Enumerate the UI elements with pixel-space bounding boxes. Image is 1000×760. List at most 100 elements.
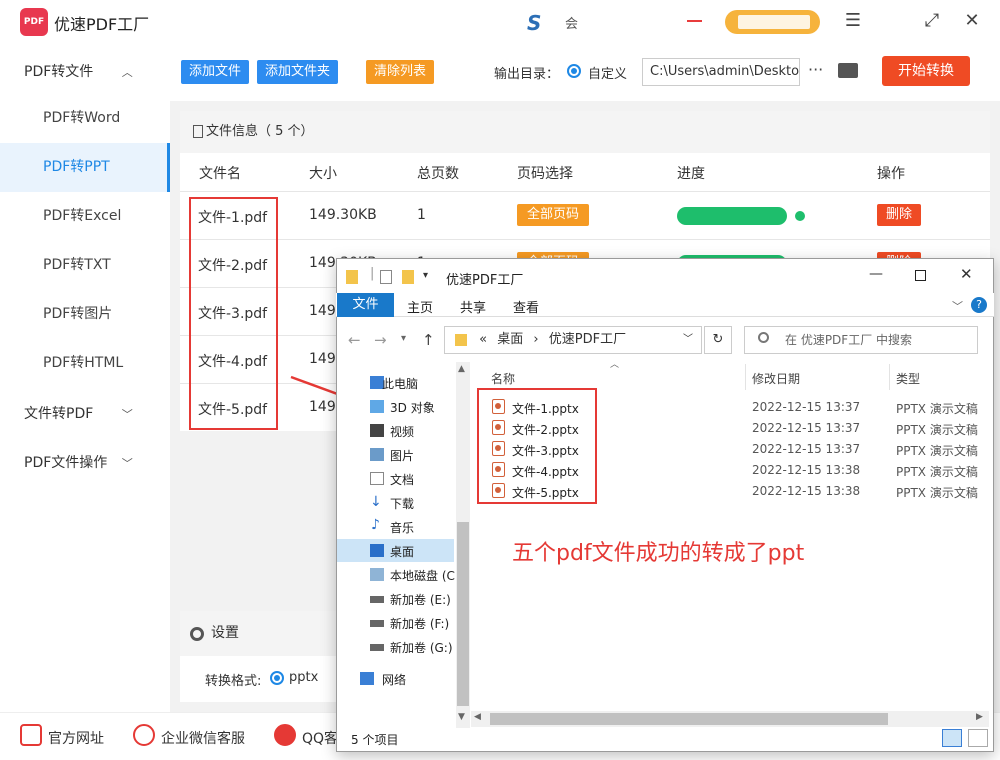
col-size: 大小	[309, 166, 337, 182]
ribbon-expand-icon[interactable]: ﹀	[952, 298, 963, 314]
maximize-icon[interactable]: ⤢	[920, 10, 944, 31]
refresh-icon[interactable]: ↻	[704, 326, 732, 354]
tab-file[interactable]: 文件	[337, 293, 394, 317]
col-pages: 总页数	[417, 166, 459, 182]
scroll-down-icon[interactable]: ▼	[458, 712, 465, 722]
custom-dir-label: 自定义	[588, 67, 628, 82]
sidebar-item-pdf-to-excel[interactable]: PDF转Excel	[0, 192, 170, 241]
page-select-button[interactable]: 全部页码	[517, 204, 589, 226]
sidebar-group-label: PDF文件操作	[24, 455, 108, 471]
col-type[interactable]: 类型	[896, 370, 920, 387]
music-icon: ♪	[371, 517, 380, 533]
properties-icon[interactable]	[380, 270, 392, 284]
file-type: PPTX 演示文稿	[896, 444, 978, 458]
sidebar-group-file-to-pdf[interactable]: 文件转PDF ﹀	[24, 403, 133, 423]
forward-icon[interactable]: →	[374, 331, 387, 349]
tab-view[interactable]: 查看	[513, 297, 539, 316]
nav-desktop[interactable]: 桌面	[390, 543, 414, 560]
nav-pictures[interactable]: 图片	[390, 447, 414, 464]
col-progress: 进度	[677, 166, 705, 182]
file-date: 2022-12-15 13:37	[752, 421, 861, 435]
sidebar-item-pdf-to-txt[interactable]: PDF转TXT	[0, 241, 170, 290]
output-dir-label: 输出目录：	[494, 67, 560, 82]
minimize-icon[interactable]	[687, 20, 702, 22]
delete-button[interactable]: 删除	[877, 204, 921, 226]
settings-header[interactable]: 设置	[180, 611, 340, 656]
col-date[interactable]: 修改日期	[752, 370, 800, 387]
nav-videos[interactable]: 视频	[390, 423, 414, 440]
scroll-right-icon[interactable]: ▶	[976, 712, 983, 722]
back-icon[interactable]: ←	[348, 331, 361, 349]
sidebar-item-pdf-to-ppt[interactable]: PDF转PPT	[0, 143, 170, 192]
nav-network[interactable]: 网络	[382, 671, 406, 688]
explorer-title: 优速PDF工厂	[446, 273, 524, 288]
nav-3d-objects[interactable]: 3D 对象	[390, 399, 435, 416]
search-input[interactable]: 在 优速PDF工厂 中搜索	[744, 326, 978, 354]
website-icon	[20, 724, 42, 746]
start-convert-button[interactable]: 开始转换	[882, 56, 970, 86]
gear-icon	[190, 627, 204, 641]
custom-dir-radio[interactable]	[567, 64, 581, 78]
new-folder-icon[interactable]	[402, 270, 414, 284]
qq-support-link[interactable]: QQ客	[302, 728, 338, 748]
tab-home[interactable]: 主页	[407, 297, 433, 316]
qq-icon	[274, 724, 296, 746]
folder-icon[interactable]	[838, 63, 858, 78]
horizontal-scrollbar-thumb[interactable]	[490, 713, 888, 725]
add-folder-button[interactable]: 添加文件夹	[257, 60, 339, 84]
sidebar-item-pdf-to-image[interactable]: PDF转图片	[0, 290, 170, 339]
website-link[interactable]: 官方网址	[48, 728, 104, 748]
output-path-field[interactable]: C:\Users\admin\Deskto	[642, 58, 800, 86]
address-dropdown-icon[interactable]: ﹀	[683, 327, 693, 353]
nav-documents[interactable]: 文档	[390, 471, 414, 488]
success-icon	[795, 211, 805, 221]
more-options-button[interactable]: ···	[808, 60, 823, 79]
scroll-up-icon[interactable]: ▲	[458, 364, 465, 374]
nav-downloads[interactable]: 下载	[390, 495, 414, 512]
sidebar-item-pdf-to-word[interactable]: PDF转Word	[0, 94, 170, 143]
nav-scrollbar-thumb[interactable]	[457, 522, 469, 706]
file-type: PPTX 演示文稿	[896, 486, 978, 500]
up-icon[interactable]: ↑	[422, 331, 435, 349]
address-desktop[interactable]: 桌面	[497, 332, 523, 347]
scroll-left-icon[interactable]: ◀	[474, 712, 481, 722]
help-icon[interactable]: ?	[971, 297, 987, 313]
chevron-up-icon: ︿	[121, 66, 133, 79]
folder-icon	[346, 270, 358, 284]
nav-drive-g[interactable]: 新加卷 (G:)	[390, 639, 453, 656]
address-prefix: «	[479, 332, 488, 347]
format-pptx-radio[interactable]	[270, 671, 284, 685]
nav-drive-e[interactable]: 新加卷 (E:)	[390, 591, 451, 608]
sidebar-item-pdf-to-html[interactable]: PDF转HTML	[0, 339, 170, 388]
recent-dropdown-icon[interactable]: ▾	[401, 333, 406, 344]
sidebar-group-pdf-to-file[interactable]: PDF转文件 ︿	[24, 61, 133, 81]
clear-list-button[interactable]: 清除列表	[366, 60, 435, 84]
close-icon[interactable]: ✕	[960, 10, 984, 31]
nav-music[interactable]: 音乐	[390, 519, 414, 536]
nav-drive-f[interactable]: 新加卷 (F:)	[390, 615, 449, 632]
sidebar-group-pdf-ops[interactable]: PDF文件操作 ﹀	[24, 452, 133, 472]
quick-access-dropdown-icon[interactable]: ▾	[423, 270, 428, 281]
vip-text[interactable]: 会	[565, 13, 578, 32]
address-folder[interactable]: 优速PDF工厂	[549, 332, 626, 347]
add-file-button[interactable]: 添加文件	[181, 60, 250, 84]
file-type: PPTX 演示文稿	[896, 402, 978, 416]
desktop-icon	[370, 544, 384, 557]
explorer-close-icon[interactable]: ✕	[960, 265, 973, 283]
nav-this-pc[interactable]: 此电脑	[382, 375, 418, 392]
large-icons-view-icon[interactable]	[968, 729, 988, 747]
file-pages: 1	[417, 207, 426, 223]
explorer-maximize-icon[interactable]	[915, 270, 926, 281]
details-view-icon[interactable]	[942, 729, 962, 747]
wechat-support-link[interactable]: 企业微信客服	[161, 728, 245, 748]
app-title: 优速PDF工厂	[54, 15, 150, 34]
col-name[interactable]: 名称	[491, 370, 515, 387]
nav-drive-c[interactable]: 本地磁盘 (C	[390, 567, 455, 584]
address-bar[interactable]: « 桌面 › 优速PDF工厂 ﹀	[444, 326, 702, 354]
tab-share[interactable]: 共享	[460, 297, 486, 316]
highlight-box-pptx-files	[477, 388, 597, 504]
menu-icon[interactable]: ☰	[841, 10, 865, 31]
explorer-minimize-icon[interactable]: —	[869, 266, 883, 282]
title-separator: |	[370, 266, 375, 281]
drive-icon	[370, 596, 384, 603]
